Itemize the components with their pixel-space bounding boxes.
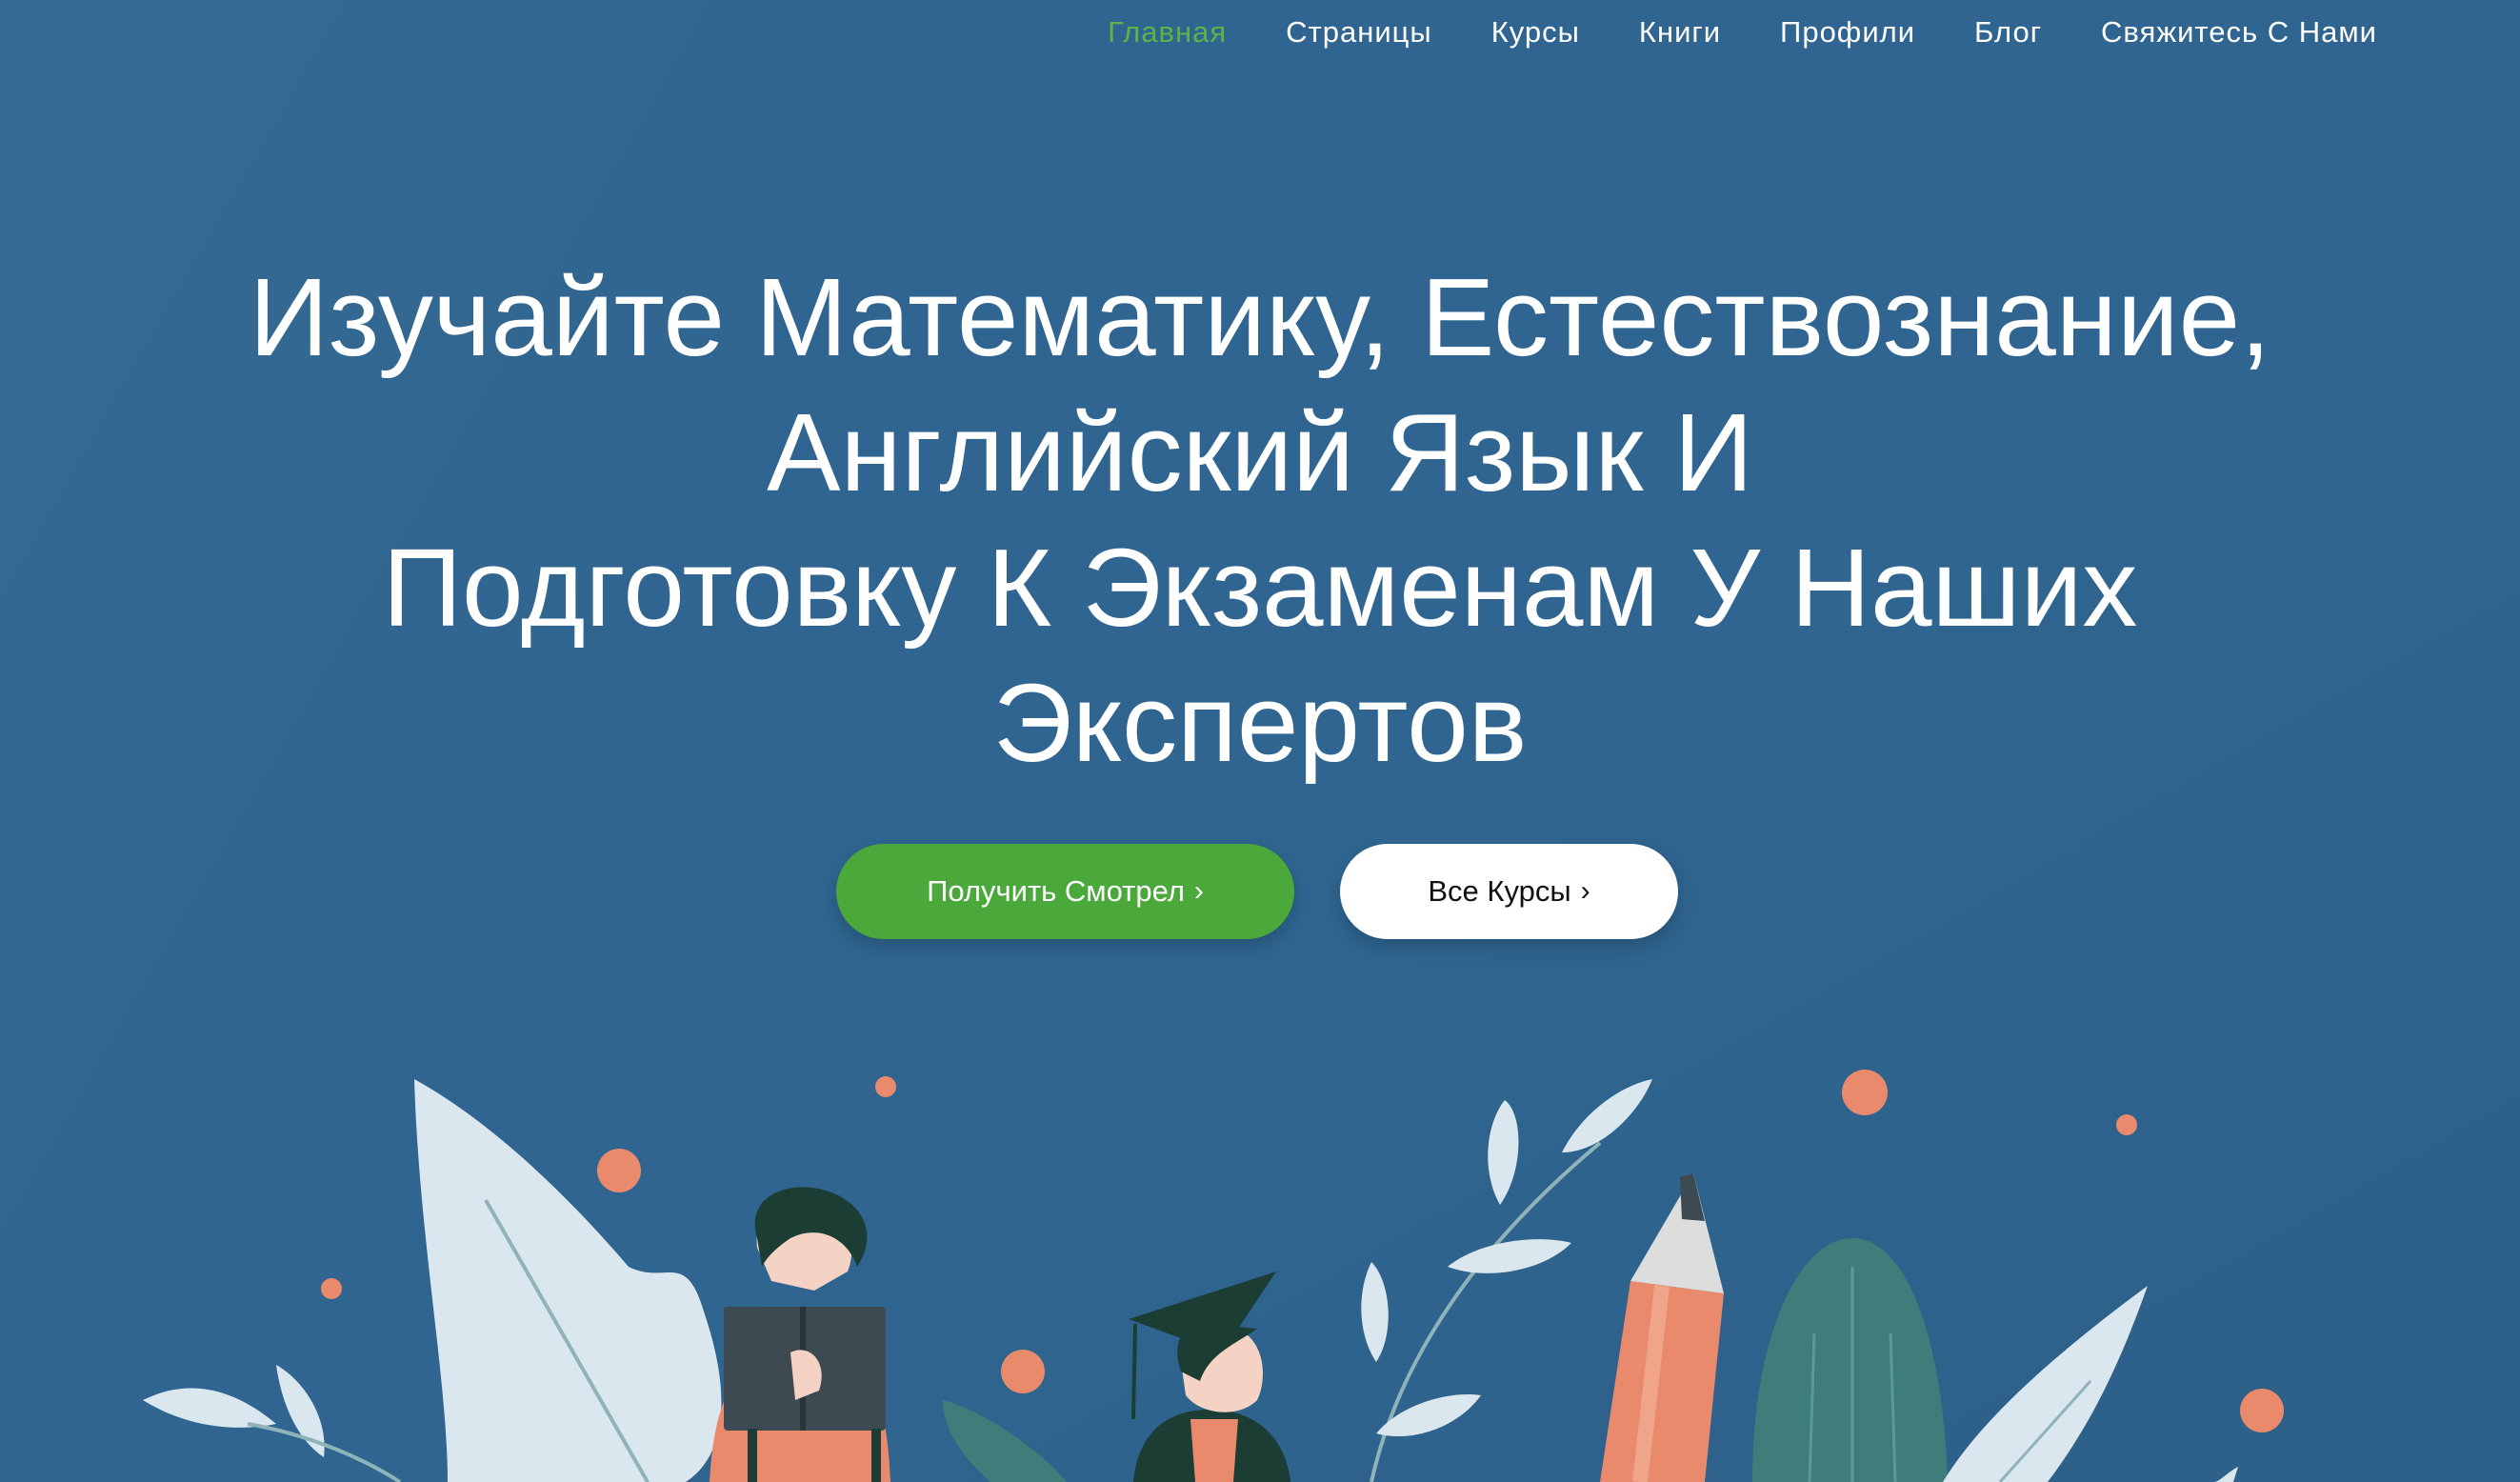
all-courses-button[interactable]: Все Курсы ›: [1340, 844, 1678, 939]
nav-link-books[interactable]: Книги: [1639, 15, 1721, 50]
hero-illustration: [143, 1070, 2284, 1482]
hero-title: Изучайте Математику, Естествознание, Анг…: [0, 250, 2520, 791]
leaf-left-icon: [143, 1079, 722, 1482]
branch-icon: [1361, 1079, 1652, 1482]
nav-link-courses[interactable]: Курсы: [1491, 15, 1580, 50]
nav-link-home[interactable]: Главная: [1108, 15, 1227, 50]
hero-title-line: Изучайте Математику, Естествознание,: [249, 255, 2271, 379]
hero-title-line: Подготовку К Экзаменам У Наших: [382, 526, 2138, 650]
main-navigation: Главная Страницы Курсы Книги Профили Бло…: [1108, 0, 2377, 65]
hero-title-line: Экспертов: [992, 661, 1528, 785]
leaf-small-icon: [943, 1400, 1067, 1482]
student-girl-icon: [710, 1187, 890, 1482]
graduate-icon: [1129, 1272, 1290, 1482]
pencil-icon: [1600, 1173, 1724, 1482]
all-courses-button-label: Все Курсы: [1428, 874, 1571, 908]
leaf-right-icon: [1943, 1286, 2238, 1482]
hero-title-line: Английский Язык И: [767, 391, 1753, 514]
nav-link-pages[interactable]: Страницы: [1286, 15, 1432, 50]
chevron-right-icon: ›: [1580, 875, 1590, 907]
tree-icon: [1752, 1238, 1948, 1482]
get-started-button[interactable]: Получить Смотрел ›: [836, 844, 1294, 939]
nav-link-contact[interactable]: Свяжитесь С Нами: [2101, 15, 2377, 50]
nav-link-blog[interactable]: Блог: [1974, 15, 2042, 50]
get-started-button-label: Получить Смотрел: [927, 874, 1185, 908]
chevron-right-icon: ›: [1193, 875, 1204, 907]
nav-link-profiles[interactable]: Профили: [1780, 15, 1915, 50]
